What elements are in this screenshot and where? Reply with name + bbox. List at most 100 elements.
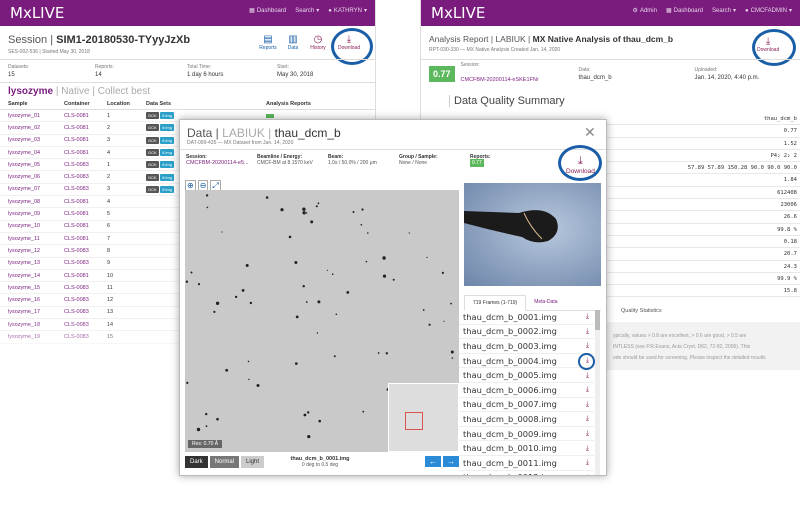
nav-admin[interactable]: ⚙ Admin (633, 7, 657, 15)
container-link[interactable]: CLS-0081 (64, 273, 107, 279)
dataset-tag[interactable]: GCK (146, 124, 159, 132)
data-tool[interactable]: ▥ Data (284, 34, 302, 51)
report-badge[interactable]: 0.77 (470, 159, 484, 167)
brand-logo[interactable]: MxLIVE (10, 4, 64, 22)
dataset-count[interactable]: 8 img (160, 136, 174, 144)
download-icon[interactable]: ⤓ (586, 385, 589, 394)
container-link[interactable]: CLS-0081 (64, 211, 107, 217)
normal-mode-button[interactable]: Normal (209, 456, 240, 468)
tab-frames[interactable]: 719 Frames (1-719) (464, 295, 527, 311)
frame-item[interactable]: thau_dcm_b_0012.img ⤓ (459, 471, 594, 475)
container-link[interactable]: CLS-0083 (64, 309, 107, 315)
frames-list[interactable]: thau_dcm_b_0001.img ⤓ thau_dcm_b_0002.img ⤓… (459, 310, 594, 475)
sample-link[interactable]: lysozyme_12 (8, 248, 64, 254)
dataset-tag[interactable]: GCK (146, 161, 159, 169)
minimap-viewport[interactable] (405, 412, 423, 430)
dataset-tag[interactable]: GCK (146, 112, 159, 120)
dataset-count[interactable]: 8 img (160, 124, 174, 132)
sample-link[interactable]: lysozyme_04 (8, 150, 64, 156)
sample-link[interactable]: lysozyme_07 (8, 186, 64, 192)
sample-link[interactable]: lysozyme_14 (8, 273, 64, 279)
quality-statistics-tab[interactable]: Quality Statistics (621, 308, 662, 314)
session-link[interactable]: CMCFBM-20200114-eSKE1FNr (461, 77, 539, 83)
sample-link[interactable]: lysozyme_17 (8, 309, 64, 315)
dataset-count[interactable]: 8 img (160, 185, 174, 193)
tab-metadata[interactable]: Meta-Data (526, 295, 565, 310)
sample-link[interactable]: lysozyme_13 (8, 260, 64, 266)
next-frame-button[interactable]: → (443, 456, 459, 467)
sample-link[interactable]: lysozyme_08 (8, 199, 64, 205)
frame-item[interactable]: thau_dcm_b_0010.img ⤓ (459, 441, 594, 456)
frame-item[interactable]: thau_dcm_b_0003.img ⤓ (459, 339, 594, 354)
frame-item[interactable]: thau_dcm_b_0007.img ⤓ (459, 398, 594, 413)
sample-link[interactable]: lysozyme_10 (8, 223, 64, 229)
container-link[interactable]: CLS-0083 (64, 297, 107, 303)
container-link[interactable]: CLS-0083 (64, 162, 107, 168)
nav-user-right[interactable]: ● CMCFADMIN ▾ (745, 7, 792, 15)
container-link[interactable]: CLS-0083 (64, 248, 107, 254)
dataset-count[interactable]: 8 img (160, 173, 174, 181)
group-collect-best[interactable]: Collect best (98, 86, 150, 97)
light-mode-button[interactable]: Light (241, 456, 265, 468)
prev-frame-button[interactable]: ← (425, 456, 441, 467)
frame-item[interactable]: thau_dcm_b_0004.img ⤓ (459, 354, 594, 369)
dataset-count[interactable]: 8 img (160, 149, 174, 157)
container-link[interactable]: CLS-0081 (64, 199, 107, 205)
container-link[interactable]: CLS-0081 (64, 236, 107, 242)
sample-link[interactable]: lysozyme_11 (8, 236, 64, 242)
dataset-tag[interactable]: GCK (146, 185, 159, 193)
reports-tool[interactable]: ▤ Reports (259, 34, 277, 51)
dataset-tag[interactable]: GCK (146, 136, 159, 144)
sample-link[interactable]: lysozyme_02 (8, 125, 64, 131)
diffraction-image[interactable]: Res: 0.70 Å (185, 190, 459, 452)
download-icon[interactable]: ⤓ (586, 473, 589, 475)
container-link[interactable]: CLS-0083 (64, 186, 107, 192)
container-link[interactable]: CLS-0081 (64, 113, 107, 119)
nav-user[interactable]: ● KATHRYN ▾ (328, 7, 367, 15)
dataset-count[interactable]: 8 img (160, 112, 174, 120)
nav-dashboard-right[interactable]: ▦ Dashboard (666, 7, 703, 15)
download-icon[interactable]: ⤓ (586, 327, 589, 336)
frame-item[interactable]: thau_dcm_b_0009.img ⤓ (459, 427, 594, 442)
download-icon[interactable]: ⤓ (586, 371, 589, 380)
dataset-count[interactable]: 8 img (160, 161, 174, 169)
dataset-tag[interactable]: GCK (146, 173, 159, 181)
history-tool[interactable]: ◷ History (309, 34, 327, 51)
download-icon[interactable]: ⤓ (586, 429, 589, 438)
container-link[interactable]: CLS-0083 (64, 285, 107, 291)
download-icon[interactable]: ⤓ (586, 414, 589, 423)
container-link[interactable]: CLS-0083 (64, 174, 107, 180)
sample-link[interactable]: lysozyme_05 (8, 162, 64, 168)
sample-link[interactable]: lysozyme_15 (8, 285, 64, 291)
sample-link[interactable]: lysozyme_03 (8, 137, 64, 143)
download-icon[interactable]: ⤓ (586, 458, 589, 467)
nav-dashboard[interactable]: ▦ Dashboard (249, 7, 286, 15)
close-icon[interactable]: ✕ (584, 124, 596, 141)
report-indicator[interactable] (266, 113, 274, 118)
frames-scrollbar[interactable] (595, 310, 600, 475)
sample-link[interactable]: lysozyme_09 (8, 211, 64, 217)
nav-search-right[interactable]: Search ▾ (712, 7, 736, 15)
frame-item[interactable]: thau_dcm_b_0001.img ⤓ (459, 310, 594, 325)
download-icon[interactable]: ⤓ (586, 400, 589, 409)
frame-item[interactable]: thau_dcm_b_0005.img ⤓ (459, 368, 594, 383)
download-icon[interactable]: ⤓ (586, 444, 589, 453)
sample-link[interactable]: lysozyme_06 (8, 174, 64, 180)
sample-link[interactable]: lysozyme_01 (8, 113, 64, 119)
group-native[interactable]: Native (61, 86, 89, 97)
frame-item[interactable]: thau_dcm_b_0011.img ⤓ (459, 456, 594, 471)
dataset-tag[interactable]: GCK (146, 149, 159, 157)
container-link[interactable]: CLS-0081 (64, 150, 107, 156)
download-icon[interactable]: ⤓ (586, 341, 589, 350)
frame-item[interactable]: thau_dcm_b_0006.img ⤓ (459, 383, 594, 398)
dark-mode-button[interactable]: Dark (185, 456, 208, 468)
image-minimap[interactable] (388, 383, 459, 452)
nav-search[interactable]: Search ▾ (295, 7, 319, 15)
container-link[interactable]: CLS-0081 (64, 125, 107, 131)
sample-link[interactable]: lysozyme_16 (8, 297, 64, 303)
container-link[interactable]: CLS-0081 (64, 137, 107, 143)
frame-item[interactable]: thau_dcm_b_0008.img ⤓ (459, 412, 594, 427)
container-link[interactable]: CLS-0083 (64, 260, 107, 266)
brand-logo-right[interactable]: MxLIVE (431, 4, 485, 22)
frame-item[interactable]: thau_dcm_b_0002.img ⤓ (459, 325, 594, 340)
